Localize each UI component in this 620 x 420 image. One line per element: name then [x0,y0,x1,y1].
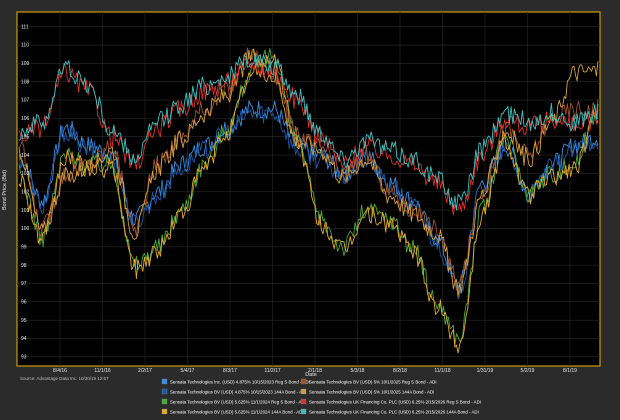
y-tick-label: 103 [21,171,30,177]
x-tick-label: 11/2/17 [264,368,281,374]
legend-entry: Sensata Technologies BV (USD) 5% 10/1/20… [309,390,434,395]
x-axis-label: Date [305,372,317,378]
legend-swatch [300,408,307,415]
x-tick-label: 5/3/18 [351,368,365,374]
legend-entry: Sensata Technologies BV (USD) 5.625% 11/… [170,400,306,405]
y-tick-label: 105 [21,134,30,140]
y-tick-label: 93 [21,355,27,361]
y-tick-label: 100 [21,226,30,232]
x-tick-label: 8/4/16 [53,368,67,374]
y-tick-label: 102 [21,189,30,195]
y-tick-label: 96 [21,300,27,306]
x-tick-label: 8/1/19 [563,368,577,374]
x-tick-label: 5/2/19 [521,368,535,374]
x-tick-label: 8/3/17 [223,368,237,374]
x-tick-label: 11/1/18 [434,368,451,374]
legend: Sensata Technologies Inc. (USD) 4.875% 1… [161,378,481,415]
x-tick-label: 1/31/19 [477,368,494,374]
x-tick-label: 2/2/17 [138,368,152,374]
legend-swatch [300,378,307,385]
x-tick-label: 8/2/18 [393,368,407,374]
y-tick-label: 101 [21,208,30,214]
y-tick-label: 104 [21,153,30,159]
legend-entry: Sensata Technologies UK Financing Co. PL… [309,410,479,415]
legend-entry: Sensata Technologies Inc. (USD) 4.875% 1… [170,380,310,385]
legend-entry: Sensata Technologies BV (USD) 5% 10/1/20… [309,380,437,385]
y-tick-label: 110 [21,43,29,49]
y-tick-label: 106 [21,116,30,122]
legend-swatch [161,398,168,405]
legend-swatch [161,408,168,415]
legend-entry: Sensata Technologies UK Financing Co. PL… [309,400,481,405]
y-tick-label: 98 [21,263,27,269]
y-axis-label: Bond Price (Bid) [2,170,8,210]
legend-swatch [161,388,168,395]
legend-swatch [161,378,168,385]
x-tick-label: 5/4/17 [181,368,195,374]
chart-canvas: 93 94 95 96 97 98 99 100 101 102 103 104 105 106 107 10… [2,11,601,415]
y-tick-label: 97 [21,281,27,287]
y-tick-label: 94 [21,336,27,342]
y-tick-label: 109 [21,61,30,67]
y-tick-label: 107 [21,98,30,104]
source-note: Source: Advantage Data Inc. 10/30/19 12:… [20,376,109,381]
legend-entry: Sensata Technologies BV (USD) 4.875% 10/… [170,390,306,395]
y-tick-label: 99 [21,244,27,250]
legend-entry: Sensata Technologies BV (USD) 5.625% 11/… [170,410,304,415]
legend-swatch [300,388,307,395]
y-tick-label: 111 [21,24,29,30]
plot-area [16,11,601,367]
y-tick-label: 95 [21,318,27,324]
x-tick-label: 11/1/16 [94,368,111,374]
legend-swatch [300,398,307,405]
y-tick-label: 108 [21,79,30,85]
